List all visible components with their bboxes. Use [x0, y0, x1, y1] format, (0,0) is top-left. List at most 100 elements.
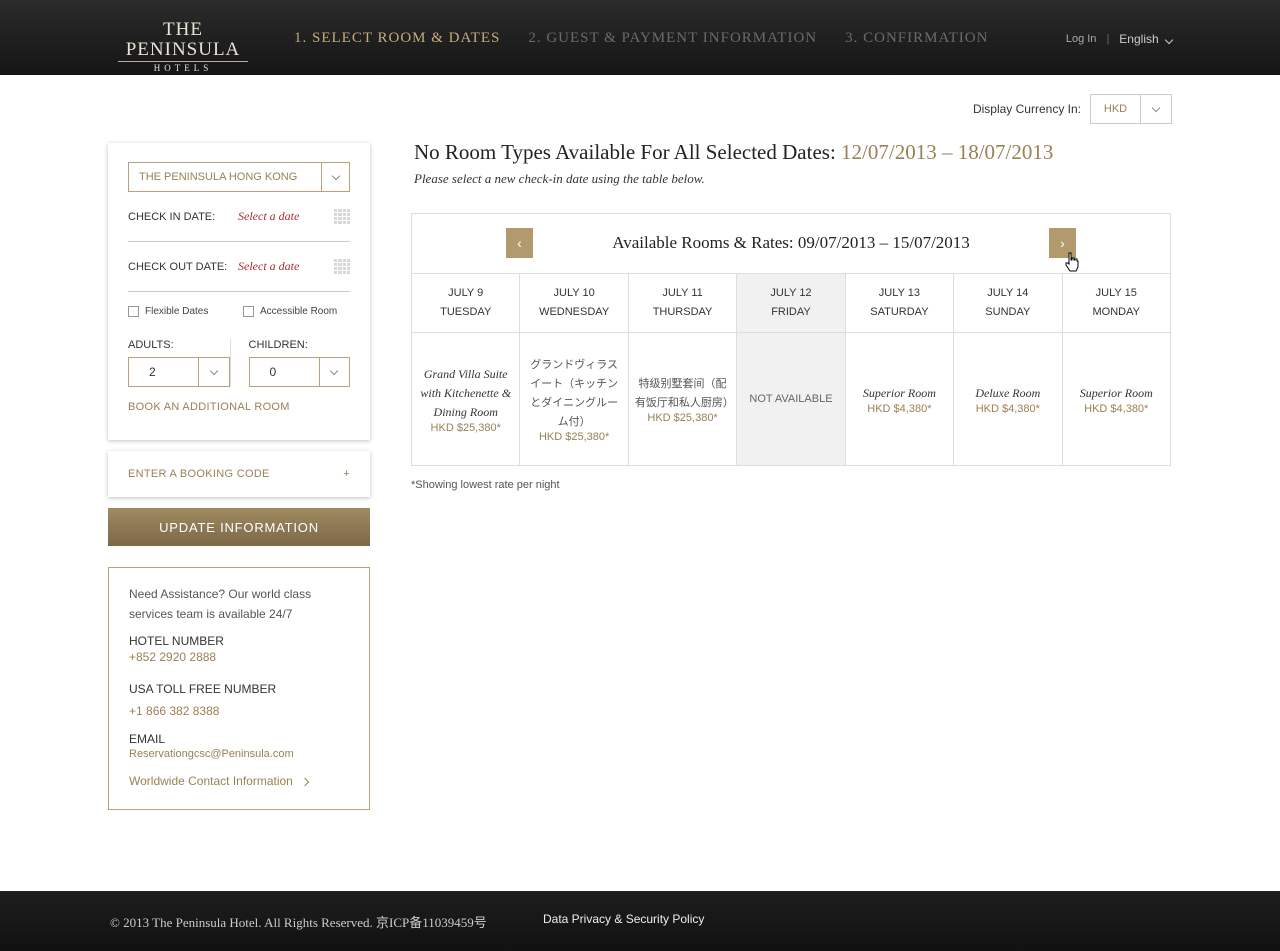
flexible-dates-label: Flexible Dates [145, 306, 209, 317]
day-column[interactable]: JULY 14 SUNDAY Deluxe Room HKD $4,380* [954, 274, 1063, 465]
children-dropdown-toggle[interactable] [320, 358, 350, 386]
usa-toll-free-link[interactable]: +1 866 382 8388 [129, 704, 349, 718]
chevron-down-icon [330, 366, 339, 375]
room-rate-cell[interactable]: Superior Room HKD $4,380* [846, 333, 953, 465]
email-link[interactable]: Reservationgcsc@Peninsula.com [129, 748, 349, 760]
room-price[interactable]: HKD $25,380* [431, 422, 501, 434]
room-name: 特级别墅套间（配有饭厅和私人厨房） [634, 377, 734, 409]
booking-code-toggle[interactable]: ENTER A BOOKING CODE + [108, 451, 370, 497]
accessible-room-option[interactable]: Accessible Room [243, 306, 337, 317]
chevron-down-icon [1164, 35, 1174, 45]
plus-icon: + [343, 468, 350, 480]
check-out-row[interactable]: CHECK OUT DATE: Select a date [128, 242, 350, 292]
day-date: JULY 14 [987, 287, 1029, 299]
room-rate-cell[interactable]: 特级别墅套间（配有饭厅和私人厨房） HKD $25,380* [629, 333, 736, 465]
privacy-policy-link[interactable]: Data Privacy & Security Policy [543, 912, 704, 926]
day-weekday: SATURDAY [870, 306, 929, 318]
login-link[interactable]: Log In [1066, 33, 1097, 45]
day-weekday: SUNDAY [985, 306, 1031, 318]
hotel-dropdown-toggle[interactable] [322, 163, 349, 191]
day-header: JULY 9 TUESDAY [412, 274, 520, 333]
day-header: JULY 14 SUNDAY [954, 274, 1062, 333]
usa-toll-free-label: USA TOLL FREE NUMBER [129, 682, 277, 696]
children-label: CHILDREN: [248, 339, 308, 351]
not-available-label: NOT AVAILABLE [749, 393, 833, 405]
room-name: Superior Room [862, 385, 936, 400]
day-header: JULY 15 MONDAY [1062, 274, 1170, 333]
room-price[interactable]: HKD $4,380* [1084, 403, 1148, 415]
accessible-room-checkbox[interactable] [243, 306, 254, 317]
adults-select[interactable]: 2 [128, 357, 230, 387]
day-column[interactable]: JULY 13 SATURDAY Superior Room HKD $4,380* [845, 274, 955, 465]
worldwide-contact-link[interactable]: Worldwide Contact Information [129, 774, 349, 788]
header-utilities: Log In | English [1066, 32, 1174, 46]
divider: | [1106, 33, 1110, 45]
calendar-icon[interactable] [334, 209, 350, 224]
day-header: JULY 10 WEDNESDAY [520, 274, 628, 333]
chevron-down-icon [331, 171, 340, 180]
page-title-text: No Room Types Available For All Selected… [414, 140, 836, 164]
flexible-dates-checkbox[interactable] [128, 306, 139, 317]
room-rate-cell[interactable]: Deluxe Room HKD $4,380* [954, 333, 1061, 465]
adults-dropdown-toggle[interactable] [199, 358, 229, 386]
room-rate-cell[interactable]: Grand Villa Suite with Kitchenette & Din… [412, 333, 519, 465]
day-date: JULY 12 [770, 287, 812, 299]
room-price[interactable]: HKD $25,380* [647, 412, 717, 424]
hotel-select-value: THE PENINSULA HONG KONG [129, 163, 322, 191]
day-header: JULY 11 THURSDAY [628, 274, 737, 333]
day-column[interactable]: JULY 15 MONDAY Superior Room HKD $4,380* [1062, 274, 1170, 465]
check-in-label: CHECK IN DATE: [128, 210, 216, 223]
hand-cursor-icon [1065, 252, 1079, 272]
rate-note: *Showing lowest rate per night [411, 479, 560, 491]
availability-table-header: ‹ Available Rooms & Rates: 09/07/2013 – … [412, 214, 1170, 274]
room-rate-cell[interactable]: グランドヴィラスイート（キッチンとダイニングルーム付） HKD $25,380* [520, 333, 627, 465]
day-date: JULY 15 [1095, 287, 1137, 299]
step-confirmation: 3. CONFIRMATION [845, 30, 989, 46]
page-subtitle: Please select a new check-in date using … [414, 171, 705, 186]
room-price[interactable]: HKD $4,380* [867, 403, 931, 415]
room-price[interactable]: HKD $4,380* [976, 403, 1040, 415]
calendar-icon[interactable] [334, 259, 350, 274]
step-guest-payment: 2. GUEST & PAYMENT INFORMATION [528, 30, 818, 46]
check-in-value[interactable]: Select a date [238, 209, 334, 224]
adults-group: ADULTS: 2 [128, 339, 231, 387]
availability-table: ‹ Available Rooms & Rates: 09/07/2013 – … [411, 213, 1171, 466]
currency-label: Display Currency In: [972, 102, 1081, 116]
adults-label: ADULTS: [128, 339, 174, 351]
room-rate-cell[interactable]: Superior Room HKD $4,380* [1063, 333, 1170, 465]
room-price[interactable]: HKD $25,380* [539, 431, 609, 443]
chevron-right-icon: › [1060, 235, 1065, 251]
check-out-value[interactable]: Select a date [238, 259, 334, 274]
check-in-row[interactable]: CHECK IN DATE: Select a date [128, 192, 350, 242]
day-column[interactable]: JULY 10 WEDNESDAY グランドヴィラスイート（キッチンとダイニングルー… [520, 274, 629, 465]
accessible-room-label: Accessible Room [260, 306, 338, 317]
language-selector[interactable]: English [1119, 32, 1174, 46]
chevron-right-icon [300, 777, 310, 787]
booking-steps: 1. SELECT ROOM & DATES 2. GUEST & PAYMEN… [294, 30, 988, 47]
room-name: グランドヴィラスイート（キッチンとダイニングルーム付） [530, 358, 619, 428]
currency-value: HKD [1091, 95, 1141, 123]
copyright-text: © 2013 The Peninsula Hotel. All Rights R… [110, 915, 487, 930]
logo-subtitle: HOTELS [118, 61, 248, 73]
step-select-room[interactable]: 1. SELECT ROOM & DATES [294, 30, 500, 47]
book-additional-room-link[interactable]: BOOK AN ADDITIONAL ROOM [128, 401, 350, 413]
peninsula-logo[interactable]: THE PENINSULA HOTELS [108, 20, 258, 73]
day-header: JULY 12 FRIDAY [737, 274, 845, 333]
day-date: JULY 9 [448, 287, 484, 299]
hotel-select[interactable]: THE PENINSULA HONG KONG [128, 162, 350, 192]
footer: © 2013 The Peninsula Hotel. All Rights R… [0, 891, 1280, 951]
day-column[interactable]: JULY 9 TUESDAY Grand Villa Suite with Kitc… [412, 274, 521, 465]
hotel-number-link[interactable]: +852 2920 2888 [129, 650, 349, 664]
email-label: EMAIL [129, 732, 166, 746]
children-select[interactable]: 0 [248, 357, 350, 387]
chevron-down-icon [1151, 103, 1161, 112]
day-column[interactable]: JULY 11 THURSDAY 特级别墅套间（配有饭厅和私人厨房） HKD $25,… [628, 274, 738, 465]
selected-dates: 12/07/2013 – 18/07/2013 [841, 140, 1054, 164]
assistance-box: Need Assistance? Our world class service… [108, 567, 370, 810]
update-information-button[interactable]: UPDATE INFORMATION [108, 508, 370, 546]
currency-select[interactable]: HKD [1090, 94, 1172, 124]
currency-dropdown-toggle[interactable] [1141, 95, 1171, 123]
top-navigation-bar: THE PENINSULA HOTELS 1. SELECT ROOM & DA… [0, 0, 1280, 75]
flexible-dates-option[interactable]: Flexible Dates [128, 306, 243, 317]
availability-columns: JULY 9 TUESDAY Grand Villa Suite with Kitc… [412, 274, 1170, 465]
